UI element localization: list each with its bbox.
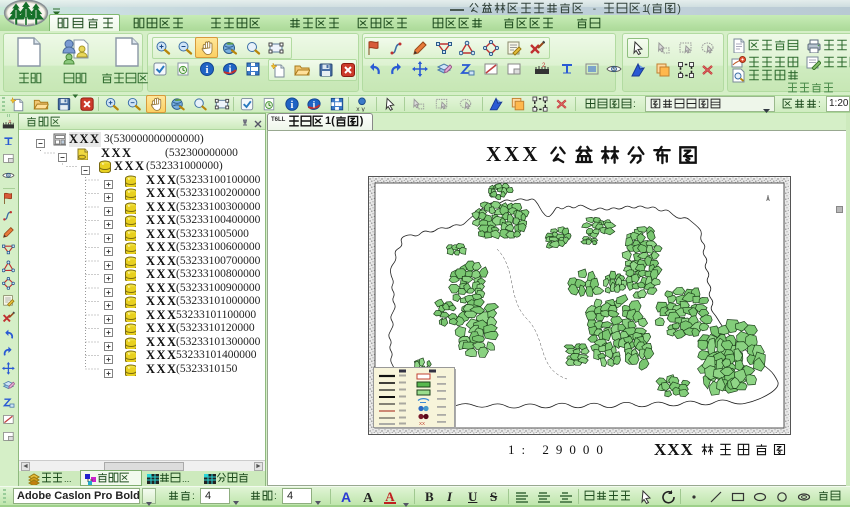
svg-text:5: 5 bbox=[613, 67, 616, 73]
svg-text:i: i bbox=[291, 100, 294, 111]
svg-text:A: A bbox=[341, 489, 351, 505]
svg-text:): ) bbox=[677, 3, 681, 15]
svg-text::: : bbox=[192, 491, 195, 502]
svg-text:x y: x y bbox=[356, 106, 365, 112]
svg-text::: : bbox=[274, 491, 277, 502]
svg-text:i: i bbox=[205, 64, 208, 76]
svg-text:A: A bbox=[363, 491, 374, 505]
svg-text:(: ( bbox=[646, 3, 650, 15]
svg-text:XX: XX bbox=[419, 421, 425, 426]
svg-text::: : bbox=[818, 99, 821, 110]
svg-text::: : bbox=[633, 99, 636, 110]
svg-text:A: A bbox=[385, 489, 395, 504]
svg-text:i: i bbox=[229, 65, 232, 76]
svg-text:2: 2 bbox=[8, 119, 11, 125]
svg-text:i: i bbox=[313, 100, 316, 110]
